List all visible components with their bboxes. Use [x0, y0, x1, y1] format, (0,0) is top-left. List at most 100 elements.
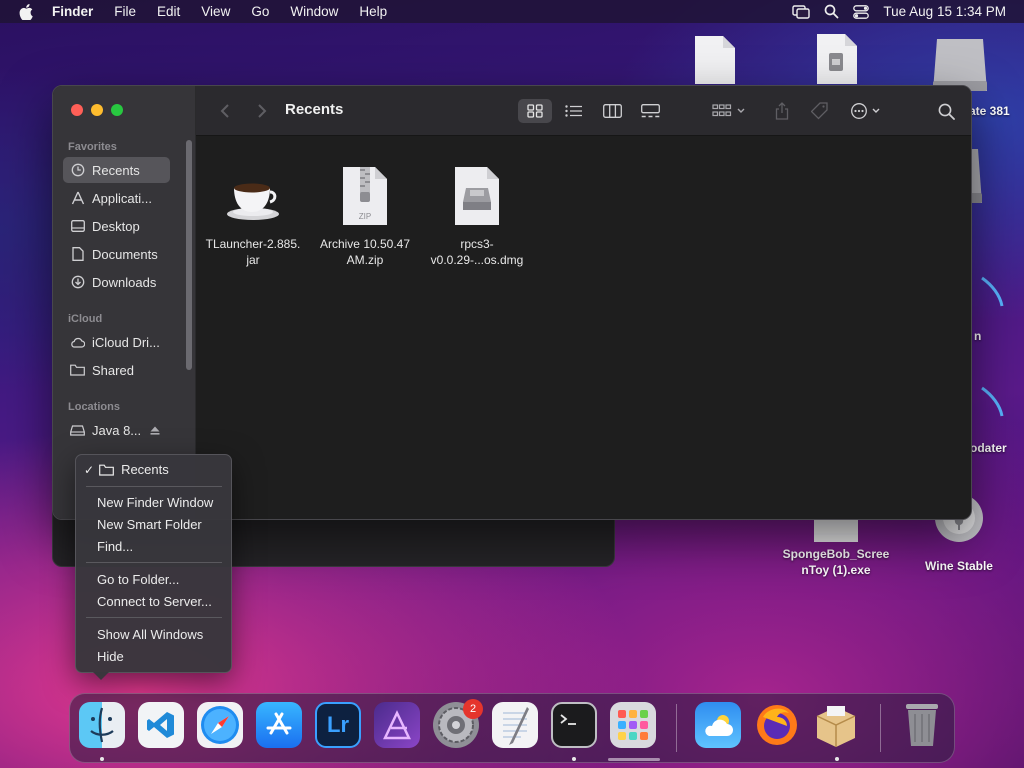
tag-icon[interactable] — [808, 99, 832, 123]
dock-vscode-icon[interactable] — [138, 702, 184, 748]
dock-firefox-icon[interactable] — [754, 702, 800, 748]
desktop-document-icon[interactable] — [690, 35, 740, 85]
file-item[interactable]: ZIP Archive 10.50.47 AM.zip — [310, 160, 420, 268]
finder-content: TLauncher-2.885. jar ZIP Archive 10.50.4… — [196, 136, 971, 519]
menu-item-new-finder-window[interactable]: New Finder Window — [97, 493, 213, 513]
lightroom-label: Lr — [327, 712, 349, 737]
menu-edit[interactable]: Edit — [157, 4, 180, 19]
dock: Lr 2 — [69, 693, 955, 763]
zoom-button[interactable] — [111, 104, 123, 116]
columns-icon — [602, 104, 622, 118]
menu-separator — [86, 617, 222, 618]
grid-icon — [527, 104, 543, 118]
shared-folder-icon — [70, 363, 85, 378]
menu-app-name[interactable]: Finder — [52, 4, 93, 19]
running-indicator — [572, 757, 576, 761]
group-by-button[interactable] — [708, 99, 752, 123]
sidebar-item-downloads[interactable]: Downloads — [63, 269, 170, 295]
sidebar-header-icloud: iCloud — [68, 313, 103, 325]
clock-icon — [70, 163, 85, 178]
dock-trash-icon[interactable] — [899, 702, 945, 748]
desktop-exe-document-icon[interactable]: SpongeBob_Scree nToy (1).exe — [776, 518, 896, 578]
sidebar-item-recents[interactable]: Recents — [63, 157, 170, 183]
sidebar-item-label: Applicati... — [92, 190, 152, 206]
eject-icon[interactable] — [150, 423, 160, 438]
sidebar-item-label: Java 8... — [92, 422, 142, 438]
sidebar-item-shared[interactable]: Shared — [63, 357, 170, 383]
menu-item-new-smart-folder[interactable]: New Smart Folder — [97, 515, 202, 535]
group-icon — [712, 104, 745, 117]
file-name-line2: jar — [246, 253, 260, 267]
sidebar-scrollbar[interactable] — [186, 140, 192, 370]
menu-item-recents-window[interactable]: ✓ Recents — [84, 460, 169, 480]
file-name-line1: rpcs3- — [460, 237, 494, 251]
sidebar-item-documents[interactable]: Documents — [63, 241, 170, 267]
spotlight-icon[interactable] — [824, 4, 839, 19]
sidebar-item-label: Shared — [92, 362, 134, 378]
checkmark-icon: ✓ — [84, 463, 95, 477]
notification-badge: 2 — [463, 699, 483, 719]
menu-item-go-to-folder[interactable]: Go to Folder... — [97, 570, 179, 590]
dock-affinity-photo-icon[interactable] — [374, 702, 420, 748]
menu-item-show-all-windows[interactable]: Show All Windows — [97, 625, 203, 645]
close-button[interactable] — [71, 104, 83, 116]
share-icon[interactable] — [770, 99, 794, 123]
dock-finder-icon[interactable] — [79, 702, 125, 748]
menu-item-hide[interactable]: Hide — [97, 647, 124, 667]
icon-view-button[interactable] — [518, 99, 552, 123]
minimize-button[interactable] — [91, 104, 103, 116]
menu-item-label: Recents — [121, 462, 169, 477]
menu-window[interactable]: Window — [290, 4, 338, 19]
dock-lightroom-icon[interactable]: Lr — [315, 702, 361, 748]
menu-item-connect-to-server[interactable]: Connect to Server... — [97, 592, 212, 612]
forward-chevron-icon[interactable] — [251, 99, 273, 123]
download-icon — [70, 275, 85, 290]
dock-launchpad-icon[interactable] — [610, 702, 656, 748]
sidebar-item-label: Documents — [92, 246, 158, 262]
window-title: Recents — [285, 101, 344, 118]
file-name-line2: AM.zip — [346, 253, 384, 267]
desktop-updater-label: odater — [970, 441, 1007, 455]
desktop-icon — [70, 219, 85, 234]
screen-mirroring-icon[interactable] — [792, 4, 811, 19]
dock-archive-utility-icon[interactable] — [813, 702, 859, 748]
dock-safari-icon[interactable] — [197, 702, 243, 748]
file-item[interactable]: rpcs3- v0.0.29-...os.dmg — [422, 160, 532, 268]
menu-file[interactable]: File — [114, 4, 136, 19]
apple-menu-icon[interactable] — [0, 3, 52, 20]
menubar-clock[interactable]: Tue Aug 15 1:34 PM — [883, 4, 1006, 19]
sidebar-item-label: Recents — [92, 162, 140, 178]
more-actions-button[interactable] — [848, 99, 888, 123]
gallery-view-button[interactable] — [633, 99, 667, 123]
menu-go[interactable]: Go — [251, 4, 269, 19]
folder-icon — [99, 464, 114, 476]
ellipsis-icon — [851, 103, 880, 119]
search-icon[interactable] — [934, 99, 958, 123]
file-name-line1: TLauncher-2.885. — [205, 237, 301, 251]
control-center-icon[interactable] — [853, 4, 870, 19]
desktop-zip-document-icon[interactable] — [812, 33, 862, 85]
applications-icon — [70, 191, 85, 206]
sidebar-item-java-volume[interactable]: Java 8... — [63, 417, 173, 443]
sidebar-item-icloud-drive[interactable]: iCloud Dri... — [63, 329, 170, 355]
menu-view[interactable]: View — [201, 4, 230, 19]
dock-scroll-indicator — [608, 758, 660, 761]
dock-textedit-icon[interactable] — [492, 702, 538, 748]
back-chevron-icon[interactable] — [214, 99, 236, 123]
cloud-icon — [70, 335, 85, 350]
dock-app-store-icon[interactable] — [256, 702, 302, 748]
dock-terminal-icon[interactable] — [551, 702, 597, 748]
finder-toolbar: Recents — [196, 86, 971, 136]
menu-separator — [86, 562, 222, 563]
list-view-button[interactable] — [556, 99, 590, 123]
sidebar-item-desktop[interactable]: Desktop — [63, 213, 170, 239]
dock-weather-icon[interactable] — [695, 702, 741, 748]
menu-bar: Finder File Edit View Go Window Help Tue… — [0, 0, 1024, 23]
sidebar-item-label: Desktop — [92, 218, 140, 234]
sidebar-item-applications[interactable]: Applicati... — [63, 185, 170, 211]
menu-item-find[interactable]: Find... — [97, 537, 133, 557]
column-view-button[interactable] — [595, 99, 629, 123]
java-cup-icon — [198, 160, 308, 232]
menu-help[interactable]: Help — [359, 4, 387, 19]
file-item[interactable]: TLauncher-2.885. jar — [198, 160, 308, 268]
